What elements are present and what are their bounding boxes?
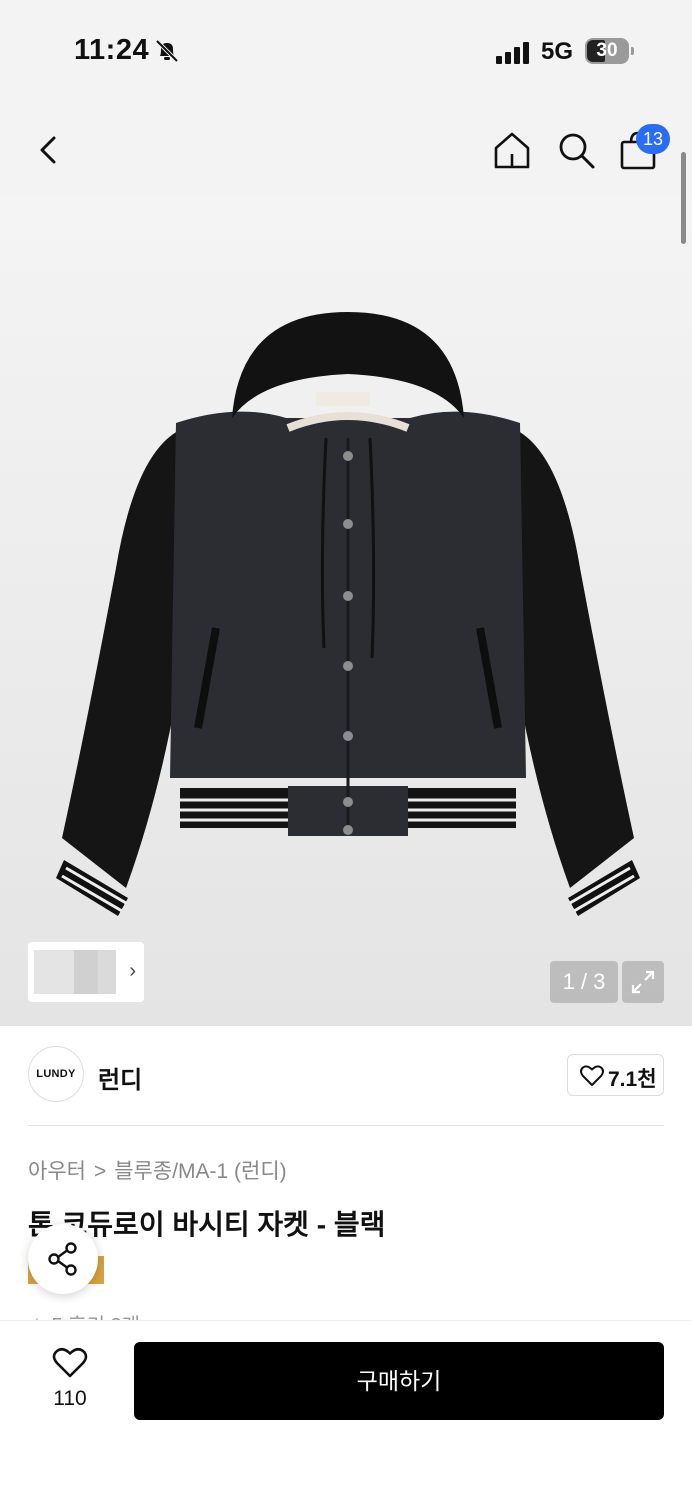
battery-icon: 30 [585,38,634,64]
top-nav: 13 [0,100,692,198]
expand-icon[interactable] [622,961,664,1003]
search-icon[interactable] [556,130,596,170]
chevron-right-icon[interactable]: › [129,960,136,983]
bell-off-icon [155,39,179,63]
thumbnail-3[interactable] [98,950,116,994]
buy-button[interactable]: 구매하기 [134,1342,664,1420]
cart-count-badge: 13 [636,124,670,154]
status-bar: 11:24 5G 30 [0,0,692,100]
share-button[interactable] [28,1224,98,1294]
product-image [56,312,640,916]
signal-icon [496,42,529,64]
heart-icon [580,1065,604,1086]
brand-logo[interactable]: LUNDY [28,1046,84,1102]
network-type: 5G [541,38,574,65]
brand-row: LUNDY 런디 7.1천 [0,1026,692,1126]
thumbnail-1[interactable] [34,950,74,994]
home-icon[interactable] [492,130,532,170]
brand-name[interactable]: 런디 [98,1060,142,1095]
brand-like-count: 7.1천 [608,1068,657,1091]
thumbnail-strip[interactable]: › [28,942,144,1002]
product-image-gallery[interactable]: › 1 / 3 [0,198,692,1026]
share-icon [48,1242,77,1276]
breadcrumb-separator: > [93,1160,107,1183]
image-counter: 1 / 3 [550,961,618,1003]
heart-icon [52,1347,88,1378]
divider [28,1125,664,1126]
breadcrumb: 아우터 > 블루종/MA-1 (런디) [28,1155,287,1185]
like-count: 110 [53,1387,87,1410]
like-button[interactable]: 110 [40,1347,100,1417]
back-icon[interactable] [34,130,66,170]
breadcrumb-category[interactable]: 아우터 [28,1155,86,1185]
thumbnail-2[interactable] [74,950,98,994]
brand-like-button[interactable]: 7.1천 [567,1054,664,1096]
scrollbar[interactable] [681,152,686,244]
bottom-action-bar: 110 구매하기 [0,1320,692,1500]
battery-percent: 30 [596,40,618,61]
status-time: 11:24 [74,34,150,66]
breadcrumb-subcategory[interactable]: 블루종/MA-1 (런디) [114,1155,286,1185]
